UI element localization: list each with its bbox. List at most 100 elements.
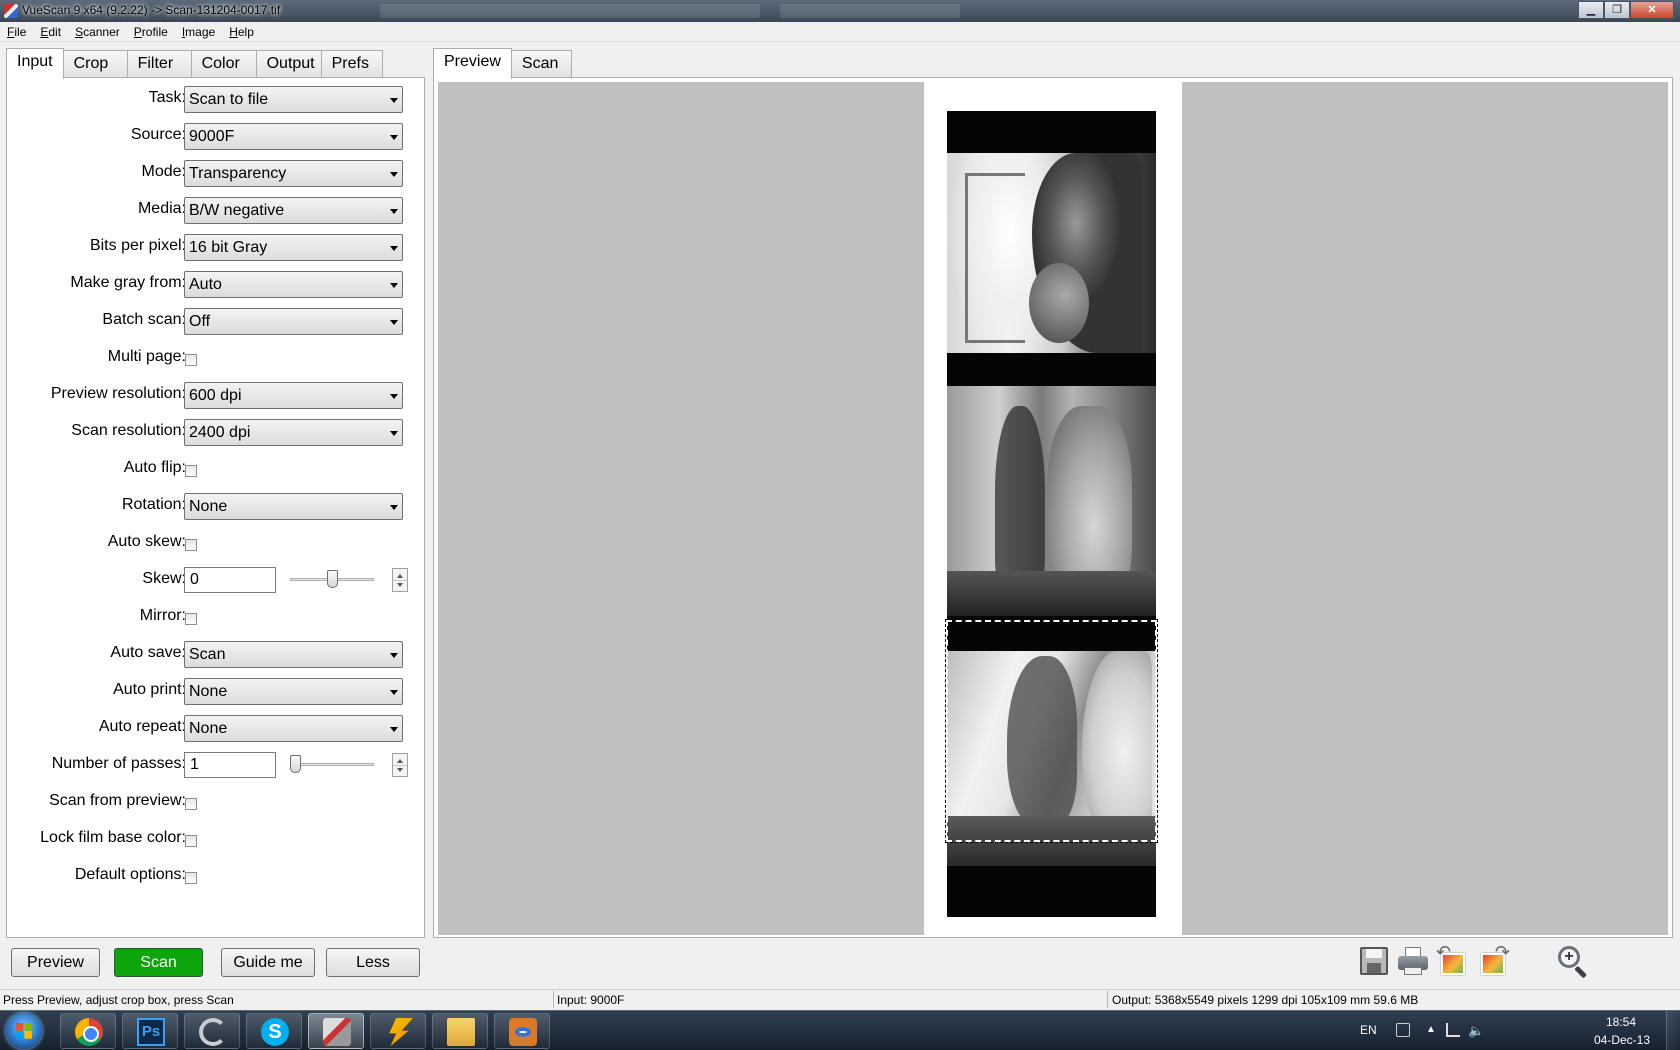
save-icon[interactable]	[1357, 945, 1391, 977]
clock-date[interactable]: 04-Dec-13	[1594, 1033, 1650, 1047]
rotate-left-icon[interactable]: ↶	[1436, 943, 1470, 977]
spin-up-icon[interactable]	[397, 574, 403, 578]
start-button[interactable]	[6, 1013, 42, 1049]
mode-select[interactable]: Transparency	[184, 160, 403, 187]
chrome-taskbar-button[interactable]	[60, 1013, 116, 1049]
lock-film-checkbox[interactable]	[185, 835, 197, 847]
winamp-taskbar-button[interactable]	[370, 1013, 426, 1049]
source-select[interactable]: 9000F	[184, 123, 403, 150]
tab-output[interactable]: Output	[255, 50, 322, 78]
language-indicator[interactable]: EN	[1360, 1023, 1377, 1037]
taskbar: Ps S EN ▲ 🔈 18:54 04-Dec-13	[0, 1010, 1680, 1050]
tab-prefs[interactable]: Prefs	[320, 50, 383, 78]
status-output: Output: 5368x5549 pixels 1299 dpi 105x10…	[1112, 993, 1419, 1007]
skew-input[interactable]: 0	[184, 567, 276, 593]
network-icon[interactable]	[1446, 1023, 1460, 1037]
show-desktop-button[interactable]	[1666, 1011, 1680, 1050]
passes-input[interactable]: 1	[184, 752, 276, 778]
default-options-checkbox[interactable]	[185, 872, 197, 884]
eye-app-taskbar-button[interactable]	[494, 1013, 550, 1049]
spin-down-icon[interactable]	[397, 583, 403, 587]
media-row: Media: B/W negative	[7, 197, 426, 227]
dropdown-arrow-icon	[390, 505, 398, 510]
task-select[interactable]: Scan to file	[184, 86, 403, 113]
preview-button[interactable]: Preview	[11, 948, 100, 977]
multipage-label: Multi page:	[107, 348, 186, 365]
tab-input[interactable]: Input	[6, 48, 64, 79]
rotate-right-icon[interactable]: ↷	[1476, 943, 1510, 977]
maximize-button[interactable]: ❐	[1604, 1, 1630, 19]
close-button[interactable]: ✕	[1630, 1, 1674, 19]
floor-shape	[947, 571, 1156, 616]
scan-resolution-select[interactable]: 2400 dpi	[184, 419, 403, 446]
bits-select[interactable]: 16 bit Gray	[184, 234, 403, 261]
windows-logo-icon	[16, 1023, 32, 1039]
skew-spinner[interactable]	[392, 568, 408, 592]
passes-spinner[interactable]	[392, 753, 408, 777]
passes-row: Number of passes: 1	[7, 752, 426, 782]
skype-taskbar-button[interactable]: S	[246, 1013, 302, 1049]
dropdown-arrow-icon	[390, 172, 398, 177]
spin-down-icon[interactable]	[397, 768, 403, 772]
winamp-icon	[389, 1018, 413, 1046]
menu-profile[interactable]: Profile	[127, 22, 175, 41]
keyboard-icon[interactable]	[1396, 1023, 1410, 1037]
passes-slider[interactable]	[290, 763, 374, 766]
tab-filter[interactable]: Filter	[126, 50, 192, 78]
tab-crop[interactable]: Crop	[62, 50, 128, 78]
tab-preview[interactable]: Preview	[433, 48, 512, 79]
photoshop-taskbar-button[interactable]: Ps	[122, 1013, 178, 1049]
autoprint-select[interactable]: None	[184, 678, 403, 705]
batch-select[interactable]: Off	[184, 308, 403, 335]
guide-me-button[interactable]: Guide me	[221, 948, 315, 977]
preview-panel: Preview Scan	[433, 48, 1673, 938]
preview-resolution-select[interactable]: 600 dpi	[184, 382, 403, 409]
background-tab	[380, 4, 760, 18]
eye-app-icon	[509, 1018, 537, 1046]
less-button[interactable]: Less	[326, 948, 420, 977]
minimize-button[interactable]: ▁	[1578, 1, 1604, 19]
bits-value: 16 bit Gray	[189, 239, 268, 256]
film-frame[interactable]	[947, 153, 1156, 353]
autoskew-checkbox[interactable]	[185, 539, 197, 551]
autosave-select[interactable]: Scan	[184, 641, 403, 668]
tab-scan[interactable]: Scan	[510, 50, 572, 78]
multipage-checkbox[interactable]	[185, 354, 197, 366]
scan-button[interactable]: Scan	[114, 948, 203, 977]
zoom-in-icon[interactable]: +	[1556, 945, 1590, 979]
menu-help[interactable]: Help	[222, 22, 261, 41]
default-options-label: Default options:	[74, 866, 186, 883]
rotation-select[interactable]: None	[184, 493, 403, 520]
show-hidden-icons-icon[interactable]: ▲	[1426, 1024, 1440, 1038]
print-icon[interactable]	[1396, 945, 1430, 977]
autorepeat-select[interactable]: None	[184, 715, 403, 742]
passes-label: Number of passes:	[51, 755, 186, 772]
spin-up-icon[interactable]	[397, 759, 403, 763]
dropdown-arrow-icon	[390, 690, 398, 695]
menu-edit[interactable]: Edit	[33, 22, 68, 41]
window-title: VueScan 9 x64 (9.2.22) -> Scan-131204-00…	[22, 3, 281, 17]
menu-file[interactable]: File	[0, 22, 33, 41]
scan-from-preview-checkbox[interactable]	[185, 798, 197, 810]
background-tab	[780, 4, 960, 18]
tab-color[interactable]: Color	[190, 50, 257, 78]
eclipse-taskbar-button[interactable]	[184, 1013, 240, 1049]
explorer-taskbar-button[interactable]	[432, 1013, 488, 1049]
media-select[interactable]: B/W negative	[184, 197, 403, 224]
menu-image[interactable]: Image	[175, 22, 222, 41]
lock-film-row: Lock film base color:	[7, 826, 426, 856]
preview-resolution-value: 600 dpi	[189, 387, 242, 404]
clock-time[interactable]: 18:54	[1606, 1015, 1636, 1029]
skew-slider-thumb[interactable]	[326, 570, 338, 588]
passes-slider-thumb[interactable]	[290, 755, 301, 773]
gray-select[interactable]: Auto	[184, 271, 403, 298]
system-tray: EN ▲ 🔈 18:54 04-Dec-13	[1360, 1011, 1680, 1050]
mirror-checkbox[interactable]	[185, 613, 197, 625]
film-frame[interactable]	[947, 386, 1156, 616]
preview-canvas[interactable]	[438, 82, 1668, 935]
crop-box[interactable]	[945, 619, 1158, 843]
vuescan-taskbar-button[interactable]	[308, 1013, 364, 1049]
menu-scanner[interactable]: Scanner	[68, 22, 127, 41]
autoflip-checkbox[interactable]	[185, 465, 197, 477]
volume-icon[interactable]: 🔈	[1468, 1023, 1484, 1038]
